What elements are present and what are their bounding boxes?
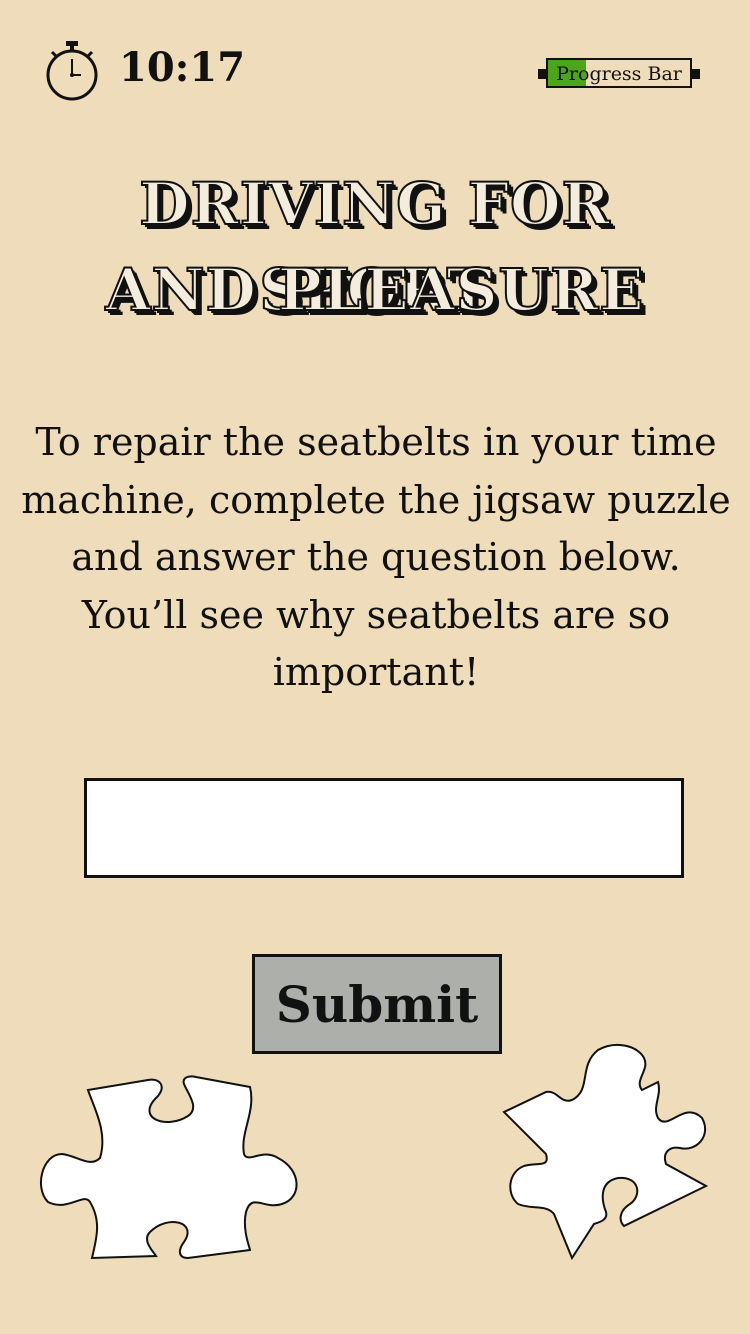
instructions-text: To repair the seatbelts in your time mac… bbox=[21, 420, 731, 694]
progress-nub-right bbox=[692, 69, 700, 79]
progress-track: Progress Bar bbox=[546, 58, 692, 88]
page-title-line-2: AND PLEASURE bbox=[105, 255, 645, 325]
jigsaw-piece-icon[interactable] bbox=[38, 1072, 302, 1262]
progress-nub-left bbox=[538, 69, 546, 79]
answer-input[interactable] bbox=[84, 778, 684, 878]
submit-button[interactable]: Submit bbox=[252, 954, 502, 1054]
stopwatch-icon bbox=[46, 41, 98, 101]
progress-label: Progress Bar bbox=[556, 63, 682, 85]
jigsaw-piece-icon[interactable] bbox=[502, 1036, 712, 1264]
progress-bar: Progress Bar bbox=[538, 58, 704, 92]
time-remaining: 10:17 bbox=[119, 44, 246, 91]
